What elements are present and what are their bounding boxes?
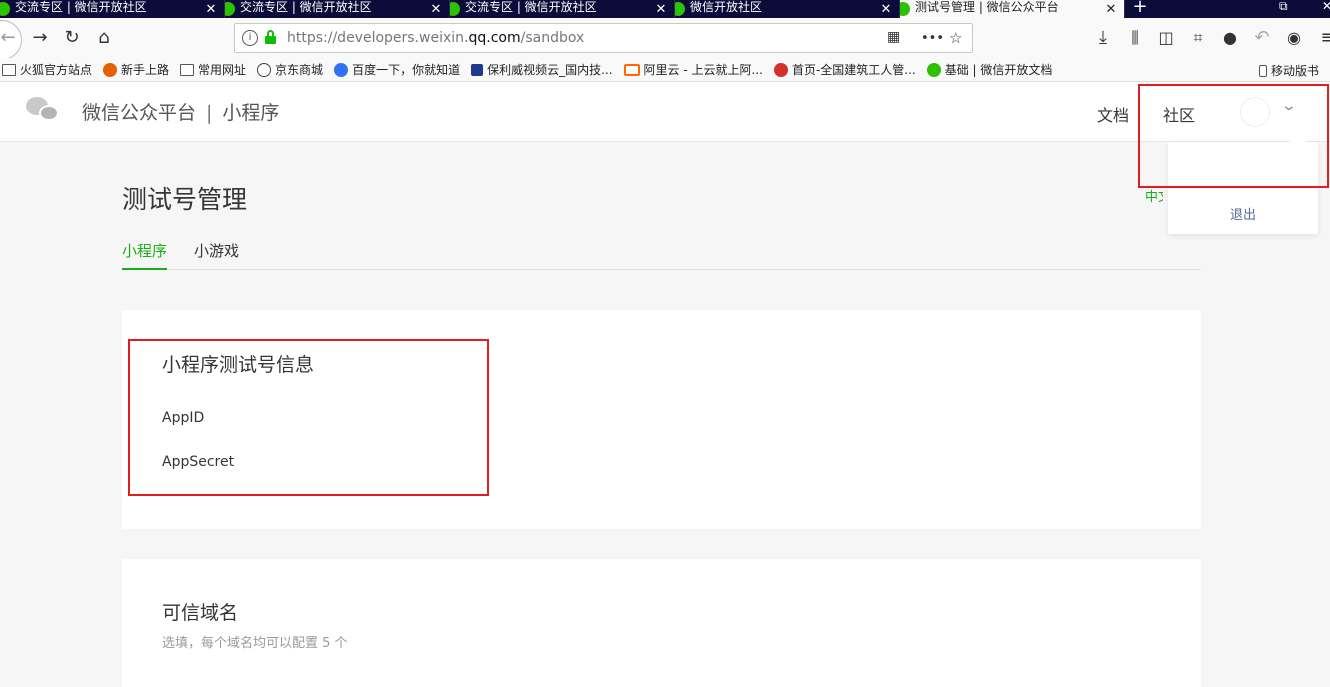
bookmark-label: 保利威视频云_国内技... — [487, 63, 613, 77]
aliyun-icon — [623, 63, 640, 76]
undo-icon[interactable]: ↶ — [1252, 28, 1272, 48]
trusted-domain-card: 可信域名 选填，每个域名均可以配置 5 个 — [122, 559, 1201, 687]
bookmark-label: 基础 | 微信开放文档 — [944, 63, 1053, 77]
browser-tab-active[interactable]: 测试号管理 | 微信公众平台 ✕ — [900, 0, 1125, 18]
emblem-icon — [773, 62, 788, 77]
home-icon[interactable]: ⌂ — [94, 28, 114, 48]
qr-code-icon[interactable]: ▦ — [887, 29, 900, 45]
card-title: 可信域名 — [162, 602, 239, 624]
bookmark-item[interactable]: 新手上路 — [103, 61, 169, 78]
tab-miniprogram[interactable]: 小程序 — [122, 240, 168, 270]
folder-icon — [2, 63, 16, 76]
back-arrow-icon[interactable]: ← — [0, 28, 18, 48]
wechat-logo-icon[interactable] — [26, 97, 60, 125]
brand-product: 小程序 — [222, 102, 280, 124]
info-icon[interactable]: i — [242, 30, 258, 46]
new-tab-button[interactable]: + — [1125, 0, 1155, 18]
reload-icon[interactable]: ↻ — [62, 28, 82, 48]
page-actions-icon[interactable]: ••• — [921, 31, 944, 46]
restore-window-icon[interactable]: ⧉ — [1279, 0, 1288, 18]
sidebar-icon[interactable]: ◫ — [1156, 28, 1176, 48]
browser-tab[interactable]: 微信开放社区 ✕ — [675, 0, 900, 18]
close-window-icon[interactable]: ✕ — [1322, 0, 1330, 18]
browser-tab-title: 交流专区 | 微信开放社区 — [465, 0, 597, 14]
page-title: 测试号管理 — [122, 185, 248, 214]
bookmark-item[interactable]: 保利威视频云_国内技... — [471, 61, 613, 78]
content-tabs: 小程序 小游戏 — [122, 238, 1201, 270]
annotation-box — [1138, 84, 1329, 188]
bookmark-label: 百度一下，你就知道 — [352, 63, 461, 77]
forward-arrow-icon[interactable]: → — [30, 28, 50, 48]
wechat-favicon-icon — [900, 2, 910, 16]
wechat-favicon-icon — [225, 2, 235, 16]
url-bar[interactable]: i https://developers.weixin.qq.com/sandb… — [234, 23, 973, 53]
language-switch[interactable]: 中文 — [1145, 186, 1163, 205]
polyv-icon — [471, 63, 484, 76]
browser-tab[interactable]: 交流专区 | 微信开放社区 ✕ — [225, 0, 450, 18]
brand-separator: | — [206, 102, 213, 124]
close-icon[interactable]: ✕ — [879, 2, 893, 17]
menu-icon[interactable]: ≡ — [1318, 28, 1330, 48]
folder-icon — [180, 63, 195, 76]
wechat-favicon-icon — [0, 2, 10, 16]
browser-navbar: ← → ↻ ⌂ i https://developers.weixin.qq.c… — [0, 18, 1330, 60]
bookmark-item[interactable]: 基础 | 微信开放文档 — [926, 61, 1053, 78]
mobile-bookmarks[interactable]: 移动版书 — [1258, 62, 1319, 79]
bookmark-label: 常用网址 — [198, 63, 247, 77]
lock-icon[interactable] — [265, 30, 276, 44]
wechat-icon — [926, 62, 941, 77]
bookmark-item[interactable]: 首页-全国建筑工人管... — [773, 61, 916, 78]
bookmark-item[interactable]: 阿里云 - 上云就上阿... — [623, 61, 763, 78]
close-icon[interactable]: ✕ — [1104, 2, 1118, 17]
close-icon[interactable]: ✕ — [429, 2, 443, 17]
brand[interactable]: 微信公众平台 | 小程序 — [82, 98, 279, 125]
bookmarks-bar: 火狐官方站点 新手上路 常用网址 京东商城 百度一下，你就知道 保利威视频云_国… — [0, 58, 1330, 82]
bookmark-item[interactable]: 火狐官方站点 — [2, 61, 92, 78]
mobile-icon — [1258, 64, 1267, 77]
wechat-favicon-icon — [675, 2, 685, 16]
bookmark-item[interactable]: 常用网址 — [180, 61, 246, 78]
globe-icon — [257, 62, 272, 77]
domain-hint: 选填，每个域名均可以配置 5 个 — [162, 636, 348, 651]
firefox-icon — [103, 62, 118, 77]
wechat-favicon-icon — [450, 2, 460, 16]
baidu-icon — [334, 62, 349, 77]
bookmark-label: 新手上路 — [121, 63, 170, 77]
chat-icon[interactable]: ● — [1220, 28, 1240, 48]
download-icon[interactable]: ⤓ — [1093, 28, 1113, 48]
bookmark-label: 火狐官方站点 — [20, 63, 93, 77]
brand-name: 微信公众平台 — [82, 102, 197, 124]
browser-tab-strip: 交流专区 | 微信开放社区 ✕ 交流专区 | 微信开放社区 ✕ 交流专区 | 微… — [0, 0, 1330, 18]
bookmark-label: 京东商城 — [275, 63, 324, 77]
browser-tab[interactable]: 交流专区 | 微信开放社区 ✕ — [0, 0, 225, 18]
library-icon[interactable]: ⫼ — [1125, 28, 1145, 48]
browser-tab[interactable]: 交流专区 | 微信开放社区 ✕ — [450, 0, 675, 18]
annotation-box — [128, 339, 489, 496]
browser-tab-title: 交流专区 | 微信开放社区 — [15, 0, 147, 14]
account-icon[interactable]: ◉ — [1284, 28, 1304, 48]
bookmark-label: 首页-全国建筑工人管... — [791, 63, 916, 77]
bookmark-star-icon[interactable]: ☆ — [949, 29, 962, 47]
screenshot-icon[interactable]: ⌗ — [1188, 28, 1208, 48]
close-icon[interactable]: ✕ — [204, 2, 218, 17]
browser-tab-title: 测试号管理 | 微信公众平台 — [915, 0, 1059, 14]
url-text[interactable]: https://developers.weixin.qq.com/sandbox — [287, 30, 584, 46]
tab-minigame[interactable]: 小游戏 — [194, 240, 239, 270]
site-header: 微信公众平台 | 小程序 文档 社区 ⌄ — [0, 82, 1330, 142]
logout-link[interactable]: 退出 — [1168, 204, 1318, 223]
bookmark-item[interactable]: 京东商城 — [257, 61, 323, 78]
browser-tab-title: 微信开放社区 — [690, 0, 763, 14]
bookmark-item[interactable]: 百度一下，你就知道 — [334, 61, 460, 78]
bookmark-label: 移动版书 — [1270, 64, 1319, 78]
browser-tab-title: 交流专区 | 微信开放社区 — [240, 0, 372, 14]
bookmark-label: 阿里云 - 上云就上阿... — [643, 63, 763, 77]
nav-docs-link[interactable]: 文档 — [1097, 102, 1129, 126]
close-icon[interactable]: ✕ — [654, 2, 668, 17]
